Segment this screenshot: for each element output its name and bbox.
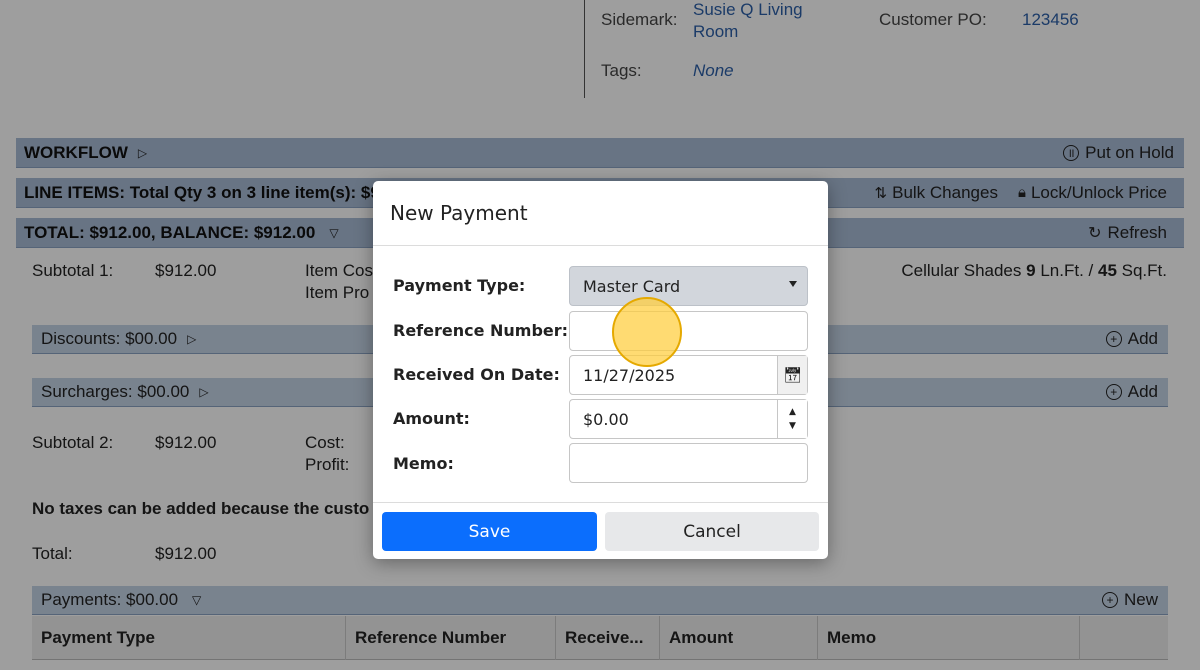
cancel-button[interactable]: Cancel — [605, 512, 819, 551]
new-payment-dialog: New Payment Payment Type: Master Card Re… — [373, 181, 828, 559]
calendar-button[interactable]: 📅︎ — [777, 356, 807, 394]
save-button[interactable]: Save — [382, 512, 597, 551]
calendar-icon: 📅︎ — [782, 366, 803, 384]
amount-input[interactable]: $0.00 ▲ ▼ — [569, 399, 808, 439]
reference-number-label: Reference Number: — [393, 321, 569, 340]
reference-number-input[interactable] — [569, 311, 808, 351]
reference-row: Reference Number: — [373, 311, 828, 351]
amount-value: $0.00 — [583, 409, 629, 429]
amount-label: Amount: — [393, 409, 470, 428]
received-on-date-input[interactable]: 11/27/2025 📅︎ — [569, 355, 808, 395]
stepper-down-icon[interactable]: ▼ — [789, 419, 796, 433]
received-on-date-value: 11/27/2025 — [583, 365, 676, 385]
dialog-title: New Payment — [373, 181, 828, 246]
payment-type-row: Payment Type: Master Card — [373, 266, 828, 306]
received-on-date-label: Received On Date: — [393, 365, 560, 384]
received-date-row: Received On Date: 11/27/2025 📅︎ — [373, 355, 828, 395]
payment-type-label: Payment Type: — [393, 276, 526, 295]
memo-input[interactable] — [569, 443, 808, 483]
memo-label: Memo: — [393, 454, 454, 473]
dialog-footer: Save Cancel — [373, 502, 828, 559]
chevron-down-icon — [789, 281, 797, 287]
amount-row: Amount: $0.00 ▲ ▼ — [373, 399, 828, 439]
memo-row: Memo: — [373, 443, 828, 483]
payment-type-value: Master Card — [583, 276, 681, 296]
amount-stepper[interactable]: ▲ ▼ — [777, 400, 807, 438]
stepper-up-icon[interactable]: ▲ — [789, 405, 796, 419]
click-indicator — [612, 297, 682, 367]
payment-type-select[interactable]: Master Card — [569, 266, 808, 306]
